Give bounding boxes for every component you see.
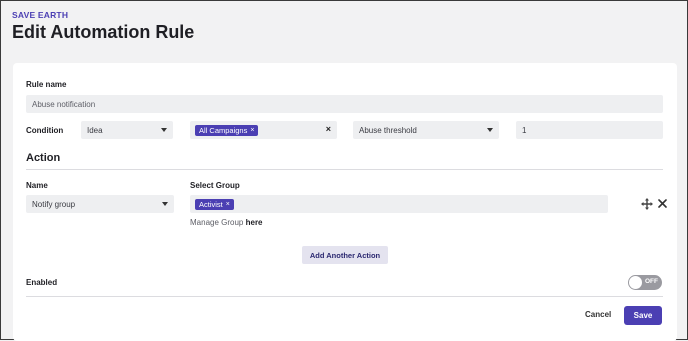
footer-divider: [26, 296, 663, 297]
save-button[interactable]: Save: [624, 306, 662, 325]
group-multiselect[interactable]: Activist ×: [190, 195, 608, 213]
clear-icon[interactable]: ×: [326, 124, 331, 134]
move-icon[interactable]: [641, 197, 653, 210]
condition-label: Condition: [26, 126, 64, 135]
rule-form-card: Rule name Abuse notification Condition I…: [13, 63, 677, 341]
action-name-select[interactable]: Notify group: [26, 195, 174, 213]
enabled-toggle[interactable]: OFF: [628, 275, 662, 290]
campaign-tag-label: All Campaigns: [199, 125, 248, 135]
rule-name-input[interactable]: Abuse notification: [26, 95, 663, 113]
select-group-label: Select Group: [190, 181, 240, 190]
group-tag: Activist ×: [195, 198, 234, 210]
cancel-button[interactable]: Cancel: [585, 310, 611, 319]
manage-group-link[interactable]: here: [246, 218, 263, 227]
rule-name-value: Abuse notification: [32, 99, 96, 109]
action-name-value: Notify group: [32, 199, 76, 209]
condition-type-value: Idea: [87, 125, 103, 135]
manage-group-prefix: Manage Group: [190, 218, 244, 227]
condition-type-select[interactable]: Idea: [81, 121, 173, 139]
page-title: Edit Automation Rule: [12, 22, 195, 42]
condition-metric-select[interactable]: Abuse threshold: [353, 121, 499, 139]
org-name: SAVE EARTH: [12, 10, 69, 20]
threshold-input[interactable]: 1: [516, 121, 663, 139]
tag-remove-icon[interactable]: ×: [226, 201, 230, 208]
rule-name-label: Rule name: [26, 80, 67, 89]
enabled-label: Enabled: [26, 278, 58, 287]
section-divider: [26, 169, 663, 170]
condition-metric-value: Abuse threshold: [359, 125, 417, 135]
chevron-down-icon: [162, 202, 168, 206]
add-another-action-button[interactable]: Add Another Action: [302, 246, 388, 264]
action-section-title: Action: [26, 152, 61, 164]
group-tag-label: Activist: [199, 199, 223, 209]
campaign-tag: All Campaigns ×: [195, 124, 259, 136]
tag-remove-icon[interactable]: ×: [250, 127, 254, 134]
chevron-down-icon: [487, 128, 493, 132]
action-name-label: Name: [26, 181, 48, 190]
threshold-value: 1: [522, 125, 527, 135]
remove-action-icon[interactable]: [658, 195, 667, 208]
chevron-down-icon: [161, 128, 167, 132]
manage-group-text: Manage Group here: [190, 218, 263, 227]
toggle-state-label: OFF: [645, 278, 658, 285]
campaign-multiselect[interactable]: All Campaigns × ×: [190, 121, 337, 139]
toggle-knob: [629, 276, 642, 289]
